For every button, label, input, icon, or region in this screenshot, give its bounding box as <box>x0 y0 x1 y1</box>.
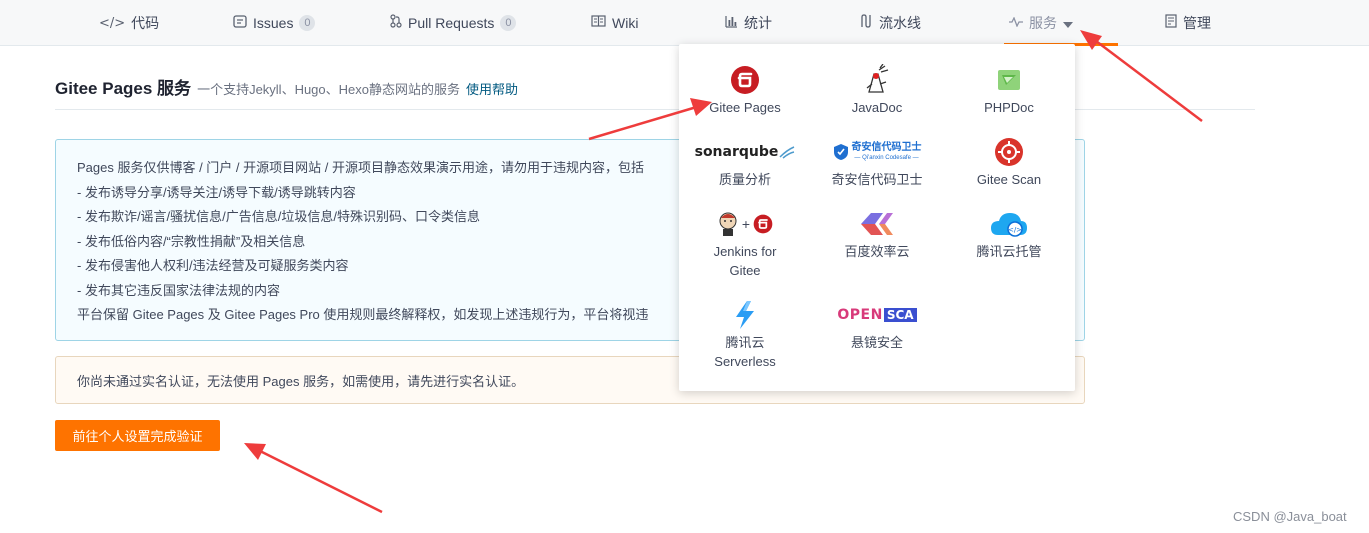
service-label-line: Jenkins for <box>713 244 777 259</box>
page-subtitle: 一个支持Jekyll、Hugo、Hexo静态网站的服务 <box>197 82 460 97</box>
opensca-wordmark-sca: SCA <box>883 308 917 322</box>
tab-code[interactable]: </> 代码 <box>99 0 159 46</box>
help-link[interactable]: 使用帮助 <box>466 79 518 98</box>
gitee-logo <box>730 62 760 98</box>
tab-manage-label: 管理 <box>1183 15 1211 31</box>
issues-icon <box>233 14 247 32</box>
svg-text:</>: </> <box>1008 226 1022 234</box>
service-tencent-serverless[interactable]: 腾讯云 Serverless <box>679 297 811 371</box>
tab-issues[interactable]: Issues 0 <box>233 0 316 46</box>
service-label-line: 腾讯云 <box>725 335 765 350</box>
chevron-down-icon <box>1063 15 1073 31</box>
service-qianxin-codesafe[interactable]: 奇安信代码卫士 — Qi'anxin Codesafe — 奇安信代码卫士 <box>811 134 943 189</box>
service-jenkins-for-gitee[interactable]: + Jenkins for Gitee <box>679 206 811 280</box>
service-javadoc[interactable]: JavaDoc <box>811 62 943 117</box>
tab-pipeline-label: 流水线 <box>879 15 921 31</box>
qianxin-logo: 奇安信代码卫士 — Qi'anxin Codesafe — <box>833 134 922 170</box>
service-label-line: Serverless <box>714 354 776 369</box>
manage-icon <box>1165 14 1177 32</box>
tab-pull-requests-label: Pull Requests <box>408 15 495 31</box>
annotation-arrow <box>244 443 383 514</box>
tab-services-label: 服务 <box>1029 15 1057 31</box>
service-label: PHPDoc <box>984 100 1034 115</box>
gitee-scan-logo <box>994 134 1024 170</box>
qianxin-wordmark: 奇安信代码卫士 <box>851 142 922 153</box>
service-label-line: Gitee <box>729 263 761 278</box>
page-header: Gitee Pages 服务 一个支持Jekyll、Hugo、Hexo静态网站的… <box>55 74 1255 110</box>
page-title: Gitee Pages 服务 <box>55 79 192 98</box>
tab-wiki[interactable]: Wiki <box>591 0 638 46</box>
pull-request-icon <box>390 14 402 32</box>
go-verify-button-label: 前往个人设置完成验证 <box>72 429 203 444</box>
tencent-cloud-logo: </> <box>989 206 1029 242</box>
phpdoc-logo <box>996 62 1022 98</box>
go-verify-button[interactable]: 前往个人设置完成验证 <box>55 420 220 451</box>
repo-nav-bar: </> 代码 Issues 0 Pull Requests 0 Wiki 统计 … <box>0 0 1369 46</box>
service-label: 腾讯云托管 <box>976 244 1042 259</box>
tab-code-label: 代码 <box>131 15 160 31</box>
issues-count-badge: 0 <box>299 15 316 31</box>
book-icon <box>591 15 606 31</box>
services-dropdown: Gitee Pages JavaDoc PHPDoc sonarqube 质量分… <box>679 44 1075 391</box>
sonarqube-logo: sonarqube <box>695 134 796 170</box>
jenkins-gitee-logo: + <box>717 206 773 242</box>
service-label: JavaDoc <box>851 100 903 115</box>
service-gitee-scan[interactable]: Gitee Scan <box>943 134 1075 189</box>
code-icon: </> <box>99 15 126 31</box>
warning-text: 你尚未通过实名认证，无法使用 Pages 服务，如需使用，请先进行实名认证。 <box>77 373 525 389</box>
tab-stats-label: 统计 <box>744 15 772 31</box>
service-label: 奇安信代码卫士 <box>831 172 923 187</box>
tab-pull-requests[interactable]: Pull Requests 0 <box>390 0 517 46</box>
tab-wiki-label: Wiki <box>612 15 639 31</box>
pulse-icon <box>1009 15 1023 31</box>
service-label: 悬镜安全 <box>850 335 903 350</box>
watermark: CSDN @Java_boat <box>1233 509 1347 524</box>
service-baidu-efficiency-cloud[interactable]: 百度效率云 <box>811 206 943 261</box>
pull-requests-count-badge: 0 <box>500 15 517 31</box>
service-label: 质量分析 <box>718 172 771 187</box>
duke-logo <box>863 62 891 98</box>
baidu-efficiency-logo <box>857 206 897 242</box>
service-label: Gitee Pages <box>709 100 781 115</box>
tab-manage[interactable]: 管理 <box>1165 0 1211 46</box>
tab-services[interactable]: 服务 <box>1009 0 1073 46</box>
service-tencent-cloud-hosting[interactable]: </> 腾讯云托管 <box>943 206 1075 261</box>
pipeline-icon <box>859 14 873 32</box>
service-xuanjing-security[interactable]: OPEN SCA 悬镜安全 <box>811 297 943 352</box>
tab-issues-label: Issues <box>253 15 294 31</box>
sonarqube-wordmark: sonarqube <box>694 144 779 160</box>
service-phpdoc[interactable]: PHPDoc <box>943 62 1075 117</box>
service-label: 百度效率云 <box>844 244 910 259</box>
service-gitee-pages[interactable]: Gitee Pages <box>679 62 811 117</box>
qianxin-subwordmark: — Qi'anxin Codesafe — <box>854 155 919 161</box>
bar-chart-icon <box>725 15 738 32</box>
service-quality-analysis[interactable]: sonarqube 质量分析 <box>679 134 811 189</box>
tencent-serverless-logo <box>731 297 759 333</box>
opensca-logo: OPEN SCA <box>837 297 917 333</box>
tab-stats[interactable]: 统计 <box>725 0 772 46</box>
tab-pipeline[interactable]: 流水线 <box>859 0 921 46</box>
opensca-wordmark-open: OPEN <box>837 307 883 323</box>
service-label: Gitee Scan <box>976 172 1042 187</box>
